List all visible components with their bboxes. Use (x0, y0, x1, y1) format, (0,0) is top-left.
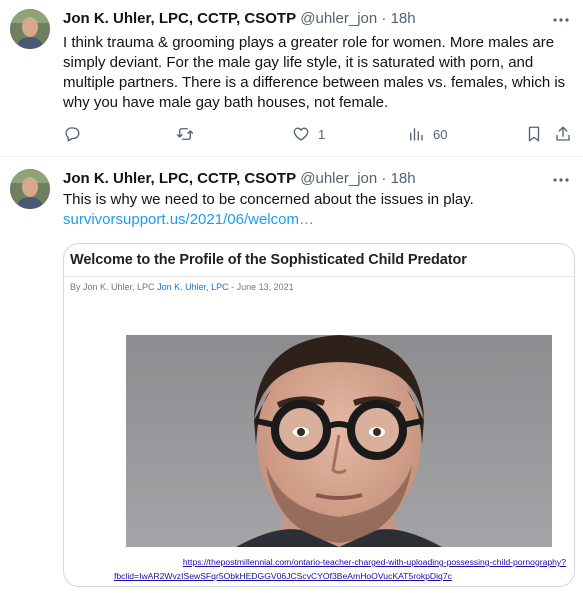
source-url-line-1[interactable]: https://thepostmillennial.com/ontario-te… (114, 555, 566, 569)
tweet-actions: 1 60 (63, 124, 583, 144)
author-handle[interactable]: @uhler_jon (300, 170, 377, 187)
like-button[interactable]: 1 (292, 124, 325, 144)
retweet-icon (176, 128, 194, 140)
tweet[interactable]: Jon K. Uhler, LPC, CCTP, CSOTP @uhler_jo… (0, 0, 583, 157)
separator-dot: · (381, 170, 387, 187)
share-icon (556, 126, 570, 141)
avatar-photo (10, 169, 50, 209)
tweet-text: This is why we need to be concerned abou… (63, 190, 569, 230)
tweet-header: Jon K. Uhler, LPC, CCTP, CSOTP @uhler_jo… (63, 9, 563, 29)
views-button[interactable]: 60 (407, 124, 447, 144)
card-divider (64, 276, 574, 277)
author-avatar[interactable] (10, 169, 50, 209)
tweet-link[interactable]: survivorsupport.us/2021/06/welcom… (63, 210, 569, 230)
bookmark-icon (528, 126, 540, 142)
more-horizontal-icon[interactable] (549, 170, 573, 190)
card-byline: By Jon K. Uhler, LPC Jon K. Uhler, LPC -… (70, 282, 294, 292)
tweet-timestamp[interactable]: 18h (391, 170, 416, 187)
author-handle[interactable]: @uhler_jon (300, 10, 377, 27)
tweet-text-line: This is why we need to be concerned abou… (63, 191, 474, 208)
byline-author-link[interactable]: Jon K. Uhler, LPC (157, 282, 229, 292)
retweet-button[interactable] (176, 124, 202, 144)
reply-icon (65, 127, 80, 142)
avatar-photo (10, 9, 50, 49)
tweet-text: I think trauma & grooming plays a greate… (63, 34, 566, 111)
like-count: 1 (318, 126, 326, 142)
views-count: 60 (433, 126, 448, 142)
more-horizontal-icon[interactable] (549, 10, 573, 30)
article-photo[interactable] (126, 335, 552, 547)
views-bar-chart-icon (410, 128, 423, 141)
bookmark-button[interactable] (525, 124, 543, 144)
author-name[interactable]: Jon K. Uhler, LPC, CCTP, CSOTP (63, 10, 296, 27)
mugshot-image (126, 335, 552, 547)
heart-icon (293, 127, 309, 141)
tweet-timestamp[interactable]: 18h (391, 10, 416, 27)
source-url-line-2[interactable]: fbclid=IwAR2WvzISewSFqr5ObkHEDGGV06JCScv… (114, 569, 566, 583)
separator-dot: · (381, 10, 387, 27)
byline-prefix: By Jon K. Uhler, LPC (70, 282, 155, 292)
author-name[interactable]: Jon K. Uhler, LPC, CCTP, CSOTP (63, 170, 296, 187)
reply-button[interactable] (63, 124, 89, 144)
tweet-header: Jon K. Uhler, LPC, CCTP, CSOTP @uhler_jo… (63, 169, 563, 189)
share-button[interactable] (554, 124, 572, 144)
byline-date: - June 13, 2021 (231, 282, 294, 292)
author-avatar[interactable] (10, 9, 50, 49)
tweet[interactable]: Jon K. Uhler, LPC, CCTP, CSOTP @uhler_jo… (0, 157, 583, 593)
link-preview-card[interactable]: Welcome to the Profile of the Sophistica… (63, 243, 575, 587)
card-title[interactable]: Welcome to the Profile of the Sophistica… (70, 252, 467, 268)
